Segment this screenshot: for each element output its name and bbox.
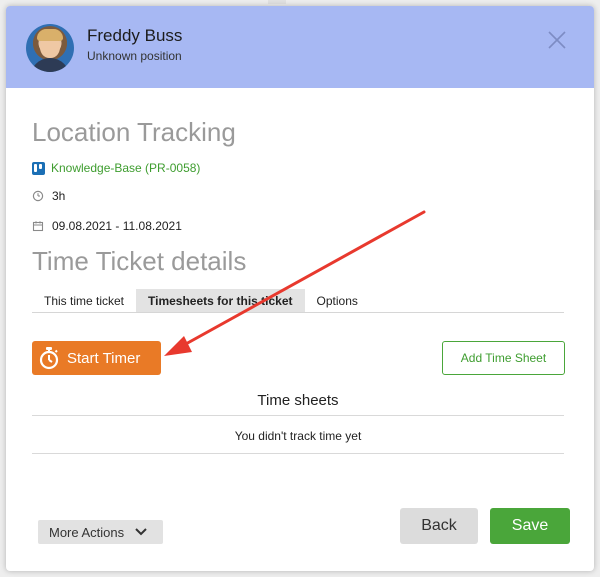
date-range-value: 09.08.2021 - 11.08.2021 — [52, 219, 182, 233]
chevron-down-icon — [134, 527, 148, 537]
tab-timesheets[interactable]: Timesheets for this ticket — [136, 289, 305, 312]
more-actions-label: More Actions — [49, 524, 125, 540]
date-row: 09.08.2021 - 11.08.2021 — [32, 217, 182, 235]
clock-icon — [32, 190, 44, 202]
duration-value: 3h — [52, 189, 66, 203]
add-time-sheet-button[interactable]: Add Time Sheet — [442, 341, 565, 375]
user-position: Unknown position — [87, 49, 182, 63]
tab-this-time-ticket[interactable]: This time ticket — [32, 289, 136, 312]
project-row: Knowledge-Base (PR-0058) — [32, 159, 200, 177]
user-name: Freddy Buss — [87, 26, 183, 45]
empty-timesheets-message: You didn't track time yet — [32, 424, 564, 454]
tab-options[interactable]: Options — [305, 289, 370, 312]
start-timer-label: Start Timer — [67, 349, 141, 367]
trello-board-icon — [32, 161, 45, 175]
project-link[interactable]: Knowledge-Base (PR-0058) — [51, 161, 200, 175]
avatar — [26, 24, 74, 72]
duration-row: 3h — [32, 187, 65, 205]
save-button[interactable]: Save — [490, 508, 570, 544]
more-actions-button[interactable]: More Actions — [38, 520, 163, 544]
back-button[interactable]: Back — [400, 508, 478, 544]
details-tabs: This time ticket Timesheets for this tic… — [32, 289, 564, 313]
time-ticket-modal: Freddy Buss Unknown position Location Tr… — [6, 6, 594, 571]
modal-header: Freddy Buss Unknown position — [6, 6, 594, 88]
close-icon[interactable] — [545, 28, 569, 52]
start-timer-button[interactable]: Start Timer — [32, 341, 161, 375]
backdrop-tab-stub — [268, 0, 286, 4]
time-sheets-title: Time sheets — [32, 386, 564, 416]
ticket-title: Location Tracking — [32, 117, 236, 147]
backdrop-scroll-stub — [594, 190, 600, 230]
details-heading: Time Ticket details — [32, 246, 247, 276]
calendar-icon — [32, 220, 44, 232]
stopwatch-icon — [38, 346, 60, 370]
